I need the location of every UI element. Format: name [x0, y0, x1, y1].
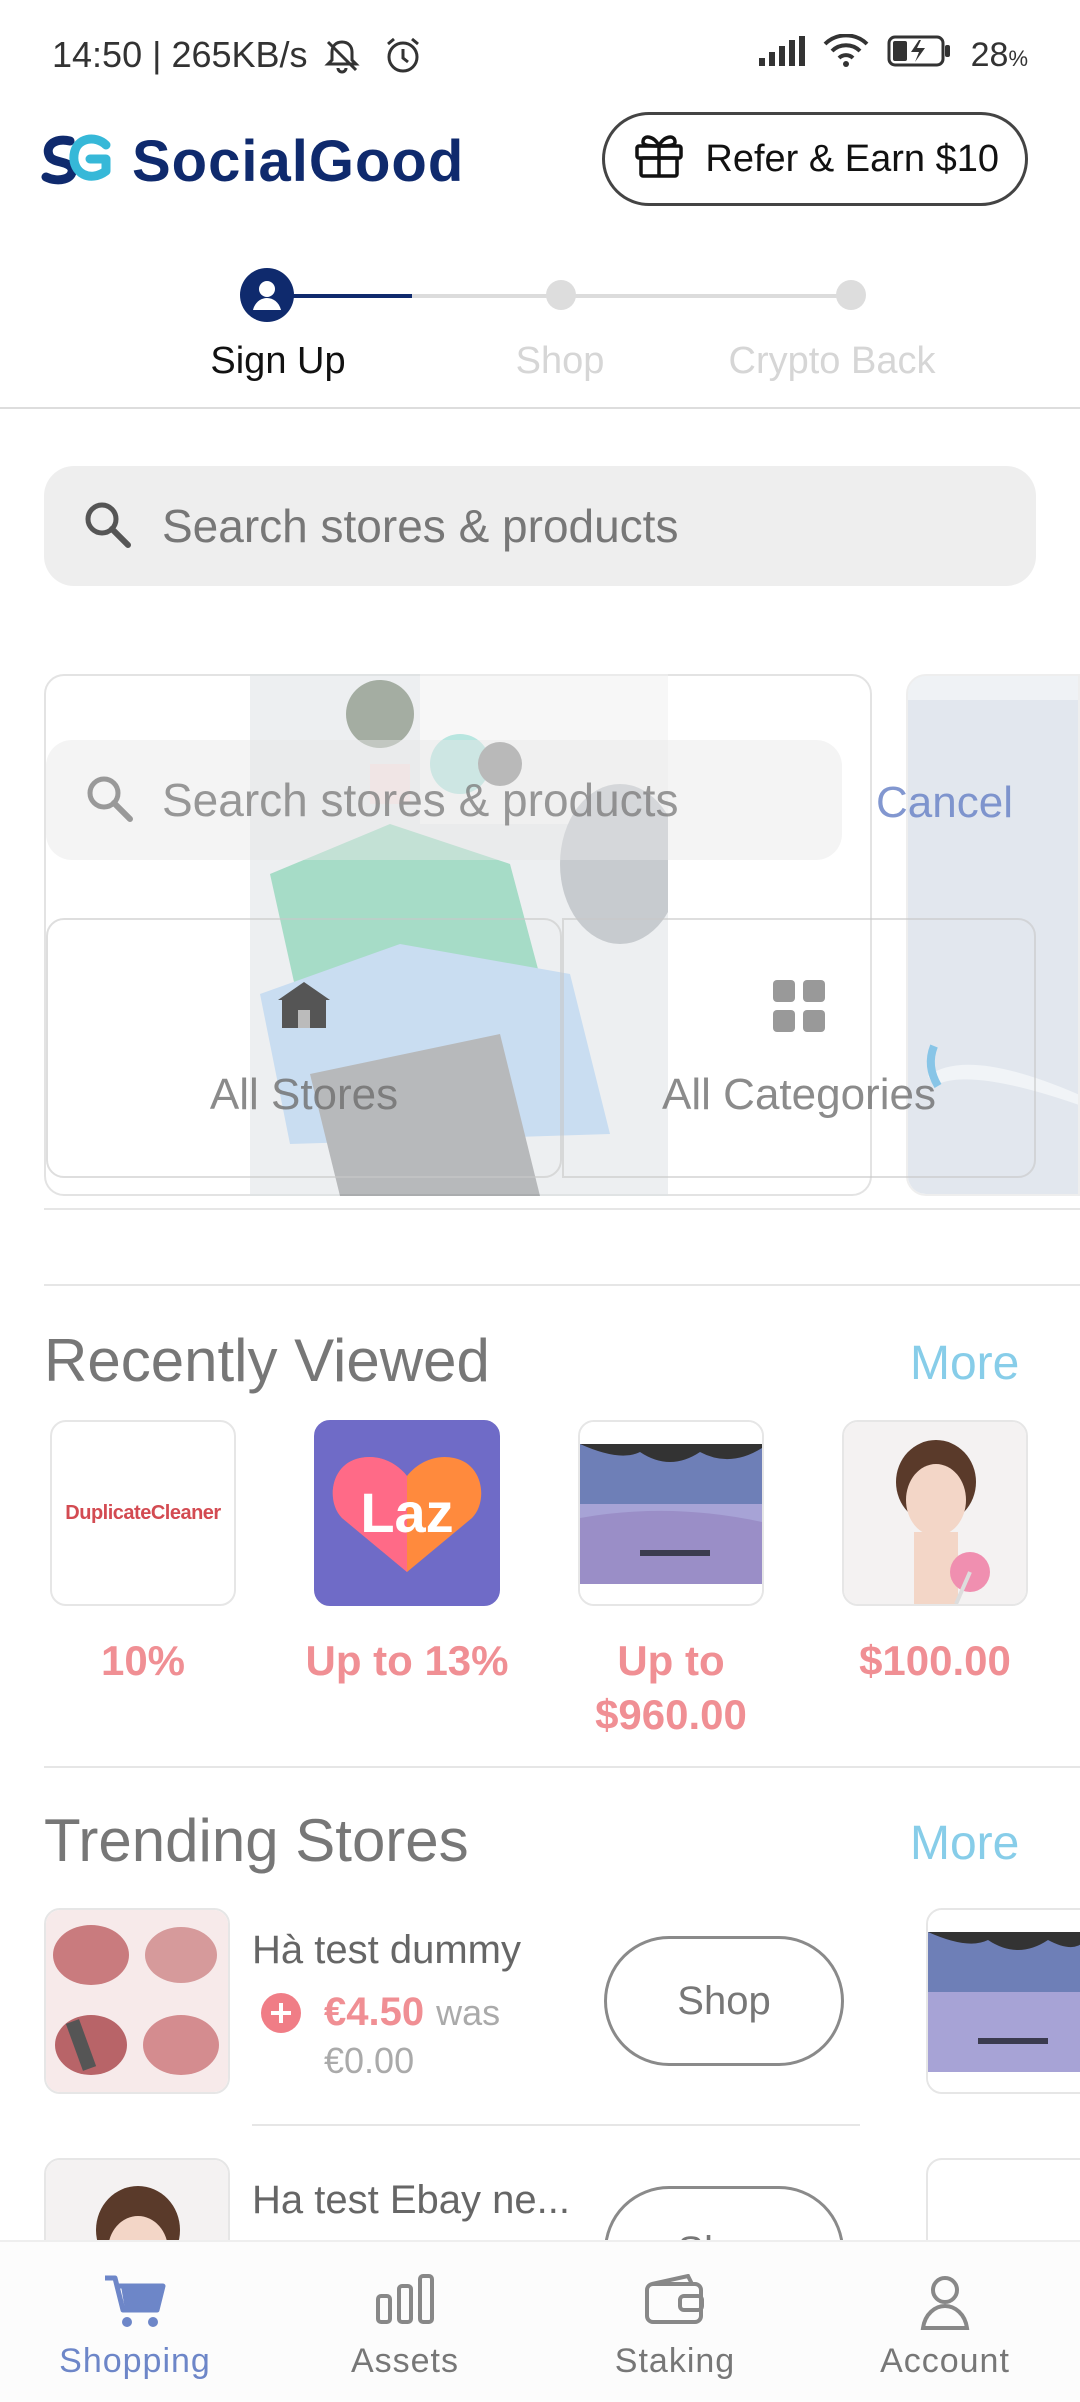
trending-store-name: Hà test dummy: [252, 1928, 521, 1972]
recently-viewed-item[interactable]: Up to $960.00: [578, 1420, 764, 1742]
all-categories-button[interactable]: All Categories: [562, 918, 1036, 1178]
nav-account-label: Account: [880, 2342, 1010, 2380]
search-icon: [80, 497, 134, 556]
cashback-label: 10%: [100, 1637, 186, 1684]
overlay-search-icon: [82, 771, 136, 830]
trending-stores-more-link[interactable]: More: [910, 1816, 1019, 1871]
trending-stores-title: Trending Stores: [44, 1807, 469, 1874]
step-crypto-back-label: Crypto Back: [728, 340, 936, 382]
battery-unit: %: [1008, 46, 1028, 71]
nav-staking-label: Staking: [614, 2342, 736, 2380]
stepper-track-line: [412, 294, 852, 298]
bar-chart-icon: [375, 2274, 435, 2331]
recently-viewed-more-link[interactable]: More: [910, 1336, 1019, 1391]
nav-staking[interactable]: Staking: [540, 2242, 810, 2402]
nav-assets-label: Assets: [350, 2342, 460, 2380]
step-crypto-dot: [836, 280, 866, 310]
trending-store-name: Ha test Ebay ne...: [252, 2178, 570, 2222]
store-icon: [274, 978, 334, 1035]
trending-store-price: €4.50: [324, 1990, 425, 2034]
store-thumbnail: [578, 1420, 764, 1606]
mute-icon: [322, 36, 362, 81]
alarm-icon: [382, 34, 424, 81]
nav-account[interactable]: Account: [810, 2242, 1080, 2402]
cashback-label: Up to 13%: [305, 1637, 509, 1684]
search-bar[interactable]: [44, 466, 1036, 586]
user-icon: [253, 281, 281, 310]
recently-viewed-item[interactable]: Laz Up to 13%: [305, 1420, 509, 1688]
logo-text: SocialGood: [132, 129, 465, 194]
status-time: 14:50 | 265KB/s: [52, 34, 308, 75]
section-divider: [44, 1208, 1080, 1210]
row-divider: [252, 2124, 860, 2126]
step-shop-label: Shop: [515, 340, 605, 382]
recently-viewed-item[interactable]: DuplicateCleaner 10%: [50, 1420, 236, 1688]
stepper-divider: [0, 407, 1080, 409]
bottom-navigation: Shopping Assets Staking Account: [0, 2240, 1080, 2402]
store-logo: DuplicateCleaner: [50, 1420, 236, 1606]
section-divider: [44, 1284, 1080, 1286]
refer-earn-label: Refer & Earn $10: [705, 137, 999, 180]
status-bar: 14:50 | 265KB/s 28%: [0, 0, 1080, 100]
product-thumbnail: [842, 1420, 1028, 1606]
cart-icon: [103, 2274, 167, 2335]
nav-shopping[interactable]: Shopping: [0, 2242, 270, 2402]
refer-earn-button[interactable]: Refer & Earn $10: [602, 112, 1028, 206]
user-icon: [919, 2274, 971, 2335]
lazada-logo: Laz: [314, 1420, 500, 1606]
wallet-icon: [644, 2273, 706, 2331]
cashback-label: Up to $960.00: [595, 1637, 747, 1738]
trending-store-next-thumbnail[interactable]: [926, 1908, 1080, 2094]
cashback-label: $100.00: [859, 1637, 1011, 1684]
battery-level: 28: [970, 36, 1009, 74]
step-signup-label: Sign Up: [210, 340, 346, 382]
all-stores-label: All Stores: [209, 1070, 399, 1119]
socialgood-logo-icon: [40, 131, 114, 192]
step-shop-dot: [546, 280, 576, 310]
all-categories-label: All Categories: [662, 1070, 936, 1119]
battery-icon: [887, 34, 953, 77]
grid-icon: [771, 978, 827, 1039]
all-stores-button[interactable]: All Stores: [46, 918, 562, 1178]
recently-viewed-title: Recently Viewed: [44, 1327, 490, 1394]
search-input[interactable]: [160, 498, 1024, 554]
cancel-button[interactable]: Cancel: [876, 778, 1013, 828]
was-label: was: [436, 1992, 501, 2033]
recently-viewed-item[interactable]: $100.00: [842, 1420, 1028, 1688]
trending-store-thumbnail[interactable]: [44, 1908, 230, 2094]
step-signup-dot: [240, 268, 294, 322]
wifi-icon: [823, 33, 869, 77]
app-logo: SocialGood: [40, 128, 464, 195]
shop-button[interactable]: Shop: [604, 1936, 844, 2066]
signal-icon: [757, 36, 805, 75]
section-divider: [44, 1766, 1080, 1768]
plus-circle-icon: [260, 1992, 302, 2039]
nav-shopping-label: Shopping: [59, 2342, 211, 2380]
trending-store-was-price: €0.00: [324, 2040, 415, 2081]
overlay-search-bar[interactable]: [46, 740, 842, 860]
signup-stepper: Sign Up Shop Crypto Back: [0, 260, 1080, 410]
gift-icon: [631, 126, 687, 192]
nav-assets[interactable]: Assets: [270, 2242, 540, 2402]
overlay-search-input[interactable]: [160, 772, 842, 828]
